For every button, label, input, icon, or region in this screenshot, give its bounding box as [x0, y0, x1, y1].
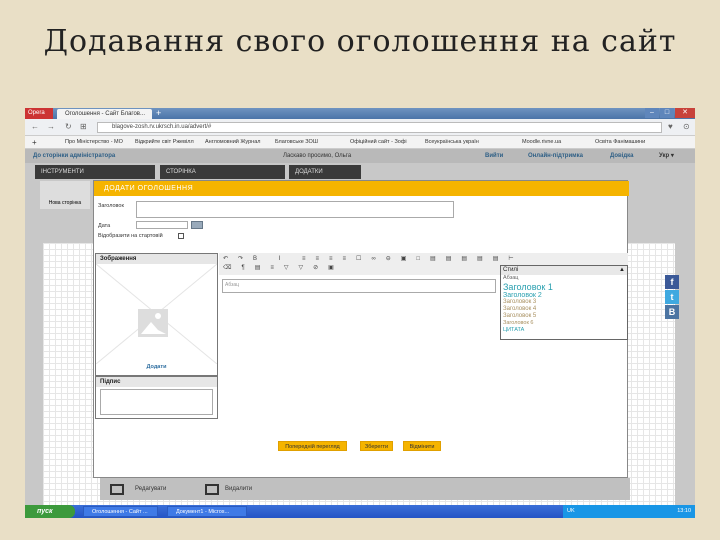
date-label: Дата	[98, 223, 111, 229]
show-on-home-label: Відобразити на стартовій	[98, 233, 163, 239]
bookmark[interactable]: Освіта Фанімашини	[595, 136, 645, 149]
facebook-icon[interactable]: f	[665, 275, 679, 289]
greeting: Ласкаво просимо, Ольга	[283, 153, 352, 159]
new-page-button[interactable]: Нова сторінка	[40, 181, 90, 209]
editor-toolbar-row1[interactable]: ↶↷B I ≡≡≡≡☐∞⊖▣□▤▤▤▤▤⊢	[219, 253, 628, 264]
cancel-button[interactable]: Відмінити	[403, 441, 441, 451]
taskbar: пуск Оголошення - Сайт ... Документ1 - M…	[25, 505, 695, 518]
preview-button[interactable]: Попередній перегляд	[278, 441, 347, 451]
dialog-title: ДОДАТИ ОГОЛОШЕННЯ	[94, 181, 629, 196]
address-bar-row: ← → ↻ ⊞ blagove-zosh.rv.ukrsch.in.ua/adv…	[25, 119, 695, 136]
image-placeholder-icon	[96, 264, 217, 364]
style-option[interactable]: Абзац	[503, 275, 625, 282]
add-advert-dialog: ДОДАТИ ОГОЛОШЕННЯ Заголовок Дата Відобра…	[93, 180, 629, 478]
bottom-action-bar: Редагувати Видалити	[100, 478, 630, 500]
caption-panel-header: Підпис	[96, 377, 217, 387]
style-option[interactable]: Заголовок 6	[503, 320, 625, 327]
help-link[interactable]: Довідка	[610, 149, 634, 163]
styles-dropdown[interactable]: Стилі ▲ Абзац Заголовок 1 Заголовок 2 Заг…	[500, 265, 628, 340]
language-indicator[interactable]: UK	[563, 505, 575, 518]
browser-tab[interactable]: Оголошення - Сайт Благов...	[57, 109, 152, 119]
image-panel: Зображення Додати	[95, 253, 218, 376]
date-input[interactable]	[136, 221, 188, 229]
style-option[interactable]: Заголовок 2	[503, 292, 625, 299]
support-link[interactable]: Онлайн-підтримка	[528, 149, 583, 163]
tab-page[interactable]: СТОРІНКА	[160, 165, 285, 179]
taskbar-item[interactable]: Оголошення - Сайт ...	[83, 506, 158, 517]
start-button[interactable]: пуск	[25, 505, 75, 518]
caption-input[interactable]	[100, 389, 213, 415]
delete-button[interactable]: Видалити	[225, 478, 252, 500]
forward-icon[interactable]: →	[47, 122, 55, 131]
style-option[interactable]: ЦИТАТА	[503, 327, 625, 334]
tab-addons[interactable]: ДОДАТКИ	[289, 165, 361, 179]
calendar-icon[interactable]	[191, 221, 203, 229]
heart-icon[interactable]: ♥	[668, 122, 673, 131]
logout-link[interactable]: Вийти	[485, 149, 503, 163]
speed-dial-icon[interactable]: ⊞	[80, 122, 87, 131]
title-input[interactable]	[136, 201, 454, 218]
admin-link[interactable]: До сторінки адміністратора	[33, 149, 115, 163]
add-bookmark-icon[interactable]: +	[32, 136, 37, 149]
system-tray: UK 13:10	[563, 505, 695, 518]
maximize-button[interactable]: □	[660, 108, 674, 118]
back-icon[interactable]: ←	[31, 122, 39, 131]
reload-icon[interactable]: ↻	[65, 122, 72, 131]
opera-menu-button[interactable]: Opera	[25, 108, 53, 119]
url-input[interactable]: blagove-zosh.rv.ukrsch.in.ua/advert/#	[97, 122, 662, 133]
show-on-home-checkbox[interactable]	[178, 233, 184, 239]
bookmark[interactable]: Про Міністерство - МО	[65, 136, 123, 149]
language-select[interactable]: Укр ▾	[659, 149, 674, 163]
screenshot: Opera Оголошення - Сайт Благов... + – □ …	[25, 108, 695, 518]
twitter-icon[interactable]: t	[665, 290, 679, 304]
close-button[interactable]: ✕	[675, 108, 695, 118]
bookmark[interactable]: Офіційний сайт - Зофі	[350, 136, 407, 149]
bookmark[interactable]: Англомовний Журнал	[205, 136, 260, 149]
style-option[interactable]: Заголовок 4	[503, 306, 625, 313]
bookmarks-bar: + Про Міністерство - МО Відкрийте світ Р…	[25, 136, 695, 149]
bookmark[interactable]: Всеукраїнська україн	[425, 136, 479, 149]
image-panel-header: Зображення	[96, 254, 217, 264]
title-label: Заголовок	[98, 203, 124, 209]
taskbar-item[interactable]: Документ1 - Micros...	[167, 506, 247, 517]
bookmark[interactable]: Moodle.rivne.ua	[522, 136, 561, 149]
editor-content[interactable]: Абзац	[222, 279, 496, 293]
save-button[interactable]: Зберегти	[360, 441, 393, 451]
caption-panel: Підпис	[95, 376, 218, 419]
slide-title: Додавання свого оголошення на сайт	[43, 24, 677, 59]
edit-button[interactable]: Редагувати	[135, 478, 166, 500]
style-option[interactable]: Заголовок 5	[503, 313, 625, 320]
new-tab-button[interactable]: +	[156, 108, 161, 119]
new-page-label: Нова сторінка	[48, 200, 82, 206]
download-icon[interactable]: ⊙	[683, 122, 690, 131]
clock: 13:10	[677, 508, 691, 514]
tab-tools[interactable]: ІНСТРУМЕНТИ	[35, 165, 155, 179]
vk-icon[interactable]: B	[665, 305, 679, 319]
style-option[interactable]: Заголовок 1	[503, 282, 625, 292]
minimize-button[interactable]: –	[645, 108, 659, 118]
edit-icon	[110, 484, 124, 495]
add-image-link[interactable]: Додати	[96, 364, 217, 370]
site-header: До сторінки адміністратора Ласкаво проси…	[25, 149, 695, 163]
collapse-icon[interactable]: ▲	[619, 266, 625, 275]
styles-header: Стилі ▲	[501, 266, 627, 275]
style-option[interactable]: Заголовок 3	[503, 299, 625, 306]
bookmark[interactable]: Благовське ЗОШ	[275, 136, 318, 149]
browser-tab-bar: Opera Оголошення - Сайт Благов... + – □ …	[25, 108, 695, 119]
bookmark[interactable]: Відкрийте світ Ржевілл	[135, 136, 194, 149]
delete-icon	[205, 484, 219, 495]
